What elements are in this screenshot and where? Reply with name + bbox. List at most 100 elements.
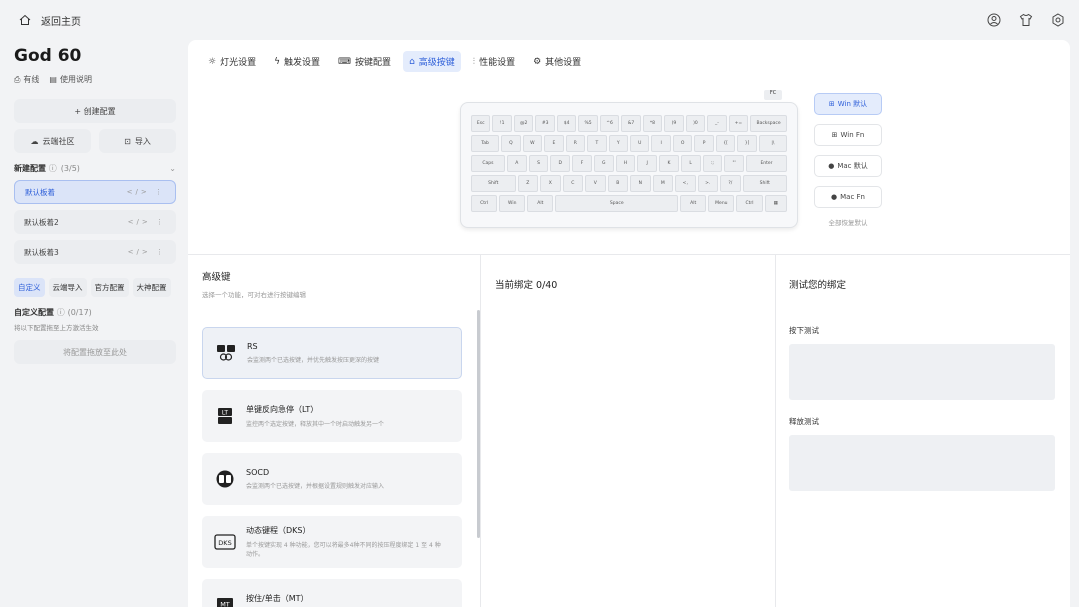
profile-item[interactable]: 默认板着 </> ⋮ xyxy=(14,180,176,204)
key[interactable]: J xyxy=(637,155,658,172)
key[interactable]: ▦ xyxy=(764,195,787,212)
card-dks[interactable]: DKS 动态键程（DKS） 单个按键实现 4 种功能，您可以将最多4种不同的按压程… xyxy=(202,516,462,568)
key[interactable]: Ctrl xyxy=(736,195,763,212)
key[interactable]: (9 xyxy=(664,115,684,132)
cloud-community-button[interactable]: ☁ 云端社区 xyxy=(14,129,91,153)
settings-icon[interactable] xyxy=(1049,11,1067,29)
tab-cloud-import[interactable]: 云端导入 xyxy=(48,278,87,297)
key[interactable]: A xyxy=(506,155,527,172)
key[interactable]: N xyxy=(630,175,651,192)
user-circle-icon[interactable] xyxy=(985,11,1003,29)
press-test-area[interactable] xyxy=(789,344,1055,400)
key[interactable]: #3 xyxy=(535,115,555,132)
key[interactable]: <, xyxy=(675,175,696,192)
key[interactable]: $4 xyxy=(556,115,577,132)
key[interactable]: :; xyxy=(702,155,723,172)
key[interactable]: !1 xyxy=(492,115,512,132)
column-divider xyxy=(775,255,776,607)
key[interactable]: )0 xyxy=(685,115,706,132)
profile-item[interactable]: 默认板着3 </> ⋮ xyxy=(14,240,176,264)
key[interactable]: >. xyxy=(697,175,719,192)
tab-trigger[interactable]: ϟ 触发设置 xyxy=(268,51,326,72)
key[interactable]: E xyxy=(544,135,564,152)
home-button[interactable]: 返回主页 xyxy=(16,11,81,29)
key[interactable]: }] xyxy=(737,135,757,152)
tab-other[interactable]: ⚙ 其他设置 xyxy=(527,51,587,72)
key[interactable]: Menu xyxy=(708,195,735,212)
key[interactable]: Y xyxy=(608,135,629,152)
profile-actions-icon[interactable]: </> ⋮ xyxy=(128,248,166,256)
key[interactable]: K xyxy=(659,155,679,172)
key[interactable]: "' xyxy=(724,155,744,172)
key[interactable]: P xyxy=(694,135,714,152)
tab-performance[interactable]: ⫶ 性能设置 xyxy=(467,51,521,72)
profile-item[interactable]: 默认板着2 </> ⋮ xyxy=(14,210,176,234)
key[interactable]: M xyxy=(652,175,674,192)
tab-official[interactable]: 官方配置 xyxy=(90,278,129,297)
key[interactable]: L xyxy=(680,155,701,172)
key[interactable]: Enter xyxy=(746,155,788,172)
key[interactable]: F xyxy=(572,155,592,172)
key[interactable]: B xyxy=(607,175,629,192)
key[interactable]: T xyxy=(587,135,607,152)
manual-link[interactable]: ▤ 使用说明 xyxy=(49,74,92,85)
key[interactable]: Tab xyxy=(471,135,500,152)
key[interactable]: &7 xyxy=(621,115,641,132)
tab-lighting[interactable]: ☼ 灯光设置 xyxy=(202,51,262,72)
key[interactable]: ^6 xyxy=(599,115,620,132)
key[interactable]: Esc xyxy=(471,115,491,132)
key[interactable]: Q xyxy=(501,135,521,152)
key[interactable]: W xyxy=(522,135,543,152)
key[interactable]: C xyxy=(562,175,584,192)
key[interactable]: Z xyxy=(517,175,539,192)
key[interactable]: X xyxy=(540,175,561,192)
key[interactable]: {[ xyxy=(715,135,736,152)
key[interactable]: D xyxy=(550,155,571,172)
key[interactable]: V xyxy=(585,175,606,192)
key[interactable]: G xyxy=(593,155,614,172)
key[interactable]: |\ xyxy=(758,135,788,152)
key[interactable]: @2 xyxy=(513,115,534,132)
key[interactable]: Ctrl xyxy=(471,195,498,212)
tab-advanced-keys[interactable]: ⌂ 高级按键 xyxy=(403,51,461,72)
key[interactable]: _- xyxy=(707,115,727,132)
layout-mac-fn[interactable]: ● Mac Fn xyxy=(814,186,882,208)
key[interactable]: Win xyxy=(499,195,526,212)
key[interactable]: Alt xyxy=(680,195,707,212)
card-socd[interactable]: SOCD 会监测两个已选按键，并根据设置规则触发对应输入 xyxy=(202,453,462,505)
key[interactable]: S xyxy=(528,155,549,172)
key[interactable]: Shift xyxy=(742,175,788,192)
import-button[interactable]: ⊡ 导入 xyxy=(99,129,176,153)
key[interactable]: U xyxy=(630,135,650,152)
layout-win-fn[interactable]: ⊞ Win Fn xyxy=(814,124,882,146)
new-profiles-header[interactable]: 新建配置 ⓘ (3/5) ⌄ xyxy=(14,163,176,174)
key[interactable]: Shift xyxy=(471,175,516,192)
key[interactable]: ?/ xyxy=(720,175,741,192)
key[interactable]: Alt xyxy=(527,195,554,212)
layout-win-default[interactable]: ⊞ Win 默认 xyxy=(814,93,882,115)
card-mt[interactable]: MT 按住/单击（MT） xyxy=(202,579,462,607)
layout-mac-default[interactable]: ● Mac 默认 xyxy=(814,155,882,177)
profile-actions-icon[interactable]: </> ⋮ xyxy=(127,188,165,196)
key[interactable]: I xyxy=(651,135,671,152)
key[interactable]: H xyxy=(615,155,636,172)
key[interactable]: *8 xyxy=(642,115,663,132)
reset-all-link[interactable]: 全部恢复默认 xyxy=(814,217,882,227)
card-rs[interactable]: RS 会监测两个已选按键，并优先触发按压更深的按键 xyxy=(202,327,462,379)
profile-actions-icon[interactable]: </> ⋮ xyxy=(128,218,166,226)
key[interactable]: O xyxy=(672,135,693,152)
card-lt[interactable]: LT 单键反向急停（LT） 监控两个选定按键，释放其中一个时启动触发另一个 xyxy=(202,390,462,442)
key[interactable]: %5 xyxy=(578,115,598,132)
key[interactable]: Space xyxy=(555,195,679,212)
tab-keymap[interactable]: ⌨ 按键配置 xyxy=(332,51,397,72)
drop-zone[interactable]: 将配置拖放至此处 xyxy=(14,340,176,364)
release-test-area[interactable] xyxy=(789,435,1055,491)
key[interactable]: Caps xyxy=(471,155,505,172)
key[interactable]: Backspace xyxy=(750,115,788,132)
shirt-icon[interactable] xyxy=(1017,11,1035,29)
tab-expert[interactable]: 大神配置 xyxy=(132,278,171,297)
key[interactable]: += xyxy=(728,115,749,132)
key[interactable]: R xyxy=(565,135,586,152)
tab-custom[interactable]: 自定义 xyxy=(14,278,45,297)
create-config-button[interactable]: + 创建配置 xyxy=(14,99,176,123)
